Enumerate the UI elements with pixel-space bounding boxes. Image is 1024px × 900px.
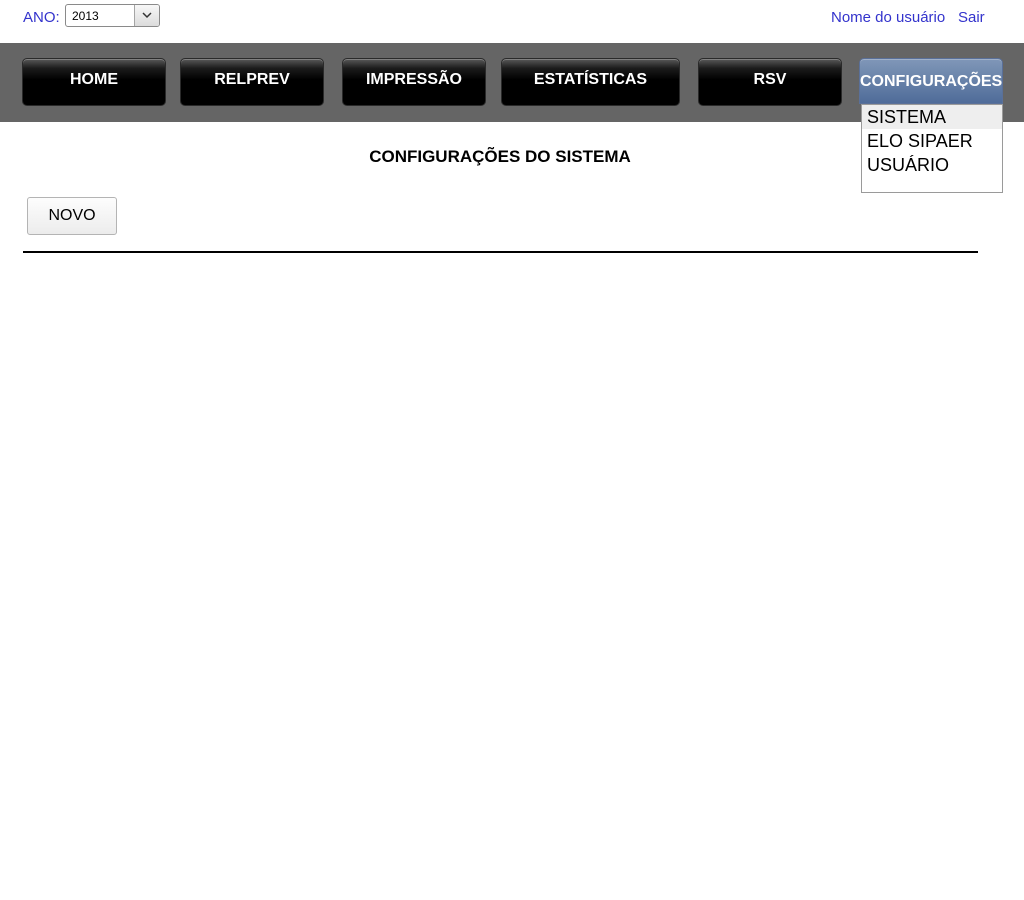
nav-relprev-button[interactable]: RELPREV [180,58,324,106]
nav-estatisticas-button[interactable]: ESTATÍSTICAS [501,58,680,106]
year-select-value: 2013 [72,9,99,23]
logout-link[interactable]: Sair [958,9,985,26]
nav-home-button[interactable]: HOME [22,58,166,106]
new-button[interactable]: NOVO [27,197,117,235]
page-title: CONFIGURAÇÕES DO SISTEMA [369,147,631,166]
year-label: ANO: [23,9,60,26]
year-select[interactable]: 2013 [65,4,160,27]
content-divider [23,251,978,253]
page: ANO: 2013 Nome do usuário Sair HOME RELP… [0,0,1024,900]
menu-item-sistema[interactable]: SISTEMA [862,105,1002,129]
chevron-down-icon [142,12,152,19]
user-name-link[interactable]: Nome do usuário [831,9,945,26]
nav-rsv-button[interactable]: RSV [698,58,842,106]
top-bar: ANO: 2013 Nome do usuário Sair [0,0,1024,43]
nav-impressao-button[interactable]: IMPRESSÃO [342,58,486,106]
nav-configuracoes-button[interactable]: CONFIGURAÇÕES [859,58,1003,104]
year-select-toggle[interactable] [134,5,159,26]
